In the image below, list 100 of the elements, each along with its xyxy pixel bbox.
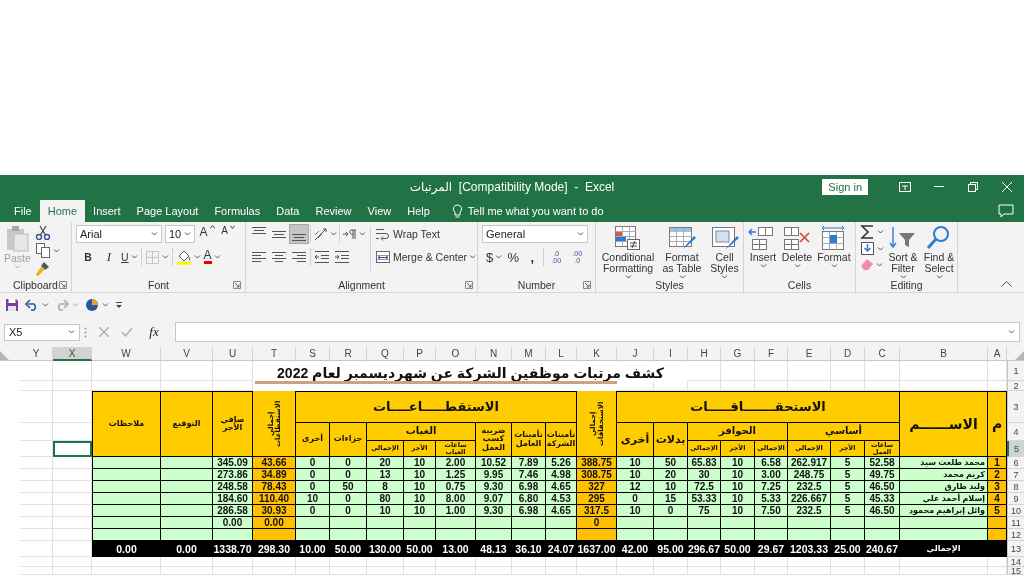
shrink-font-button[interactable]: A (219, 225, 237, 243)
grow-font-button[interactable]: A (198, 225, 216, 243)
delete-button[interactable]: Delete (781, 225, 813, 278)
font-name-dropdown[interactable]: Arial (76, 225, 162, 243)
comma-button[interactable]: , (524, 249, 541, 265)
sheet-cell[interactable] (20, 541, 53, 557)
caret-icon[interactable] (624, 275, 632, 279)
caret-icon[interactable] (793, 264, 801, 268)
sheet-cell[interactable] (53, 381, 92, 391)
caret-icon[interactable] (876, 262, 883, 267)
row-header[interactable]: 6 (1007, 457, 1024, 469)
column-header[interactable]: P (404, 347, 436, 361)
sheet-cell[interactable] (476, 557, 512, 567)
ribbon-tab[interactable]: Help (399, 200, 438, 222)
column-header[interactable]: V (161, 347, 213, 361)
dialog-launcher-icon[interactable] (465, 281, 473, 289)
sheet-cell[interactable] (53, 517, 92, 529)
text-direction-button[interactable] (342, 227, 366, 241)
sheet-cell[interactable] (988, 361, 1007, 381)
caret-icon[interactable] (359, 232, 366, 236)
caret-icon[interactable] (213, 255, 221, 259)
caret-icon[interactable] (899, 275, 907, 279)
sheet-cell[interactable] (20, 441, 53, 457)
sheet-cell[interactable] (476, 567, 512, 575)
row-header[interactable]: 8 (1007, 481, 1024, 493)
font-color-button[interactable]: A (203, 250, 221, 264)
sheet-cell[interactable] (900, 567, 988, 575)
sort-filter-button[interactable]: Sort & Filter (887, 225, 919, 278)
sheet-cell[interactable] (53, 529, 92, 541)
decrease-indent-button[interactable] (313, 248, 331, 266)
ribbon-tab[interactable]: Home (39, 200, 86, 222)
sheet-cell[interactable] (296, 557, 330, 567)
sheet-cell[interactable] (20, 457, 53, 469)
caret-icon[interactable] (72, 303, 79, 307)
sheet-cell[interactable] (367, 567, 404, 575)
sheet-cell[interactable] (53, 541, 92, 557)
row-header[interactable]: 10 (1007, 505, 1024, 517)
sheet-cell[interactable] (900, 381, 988, 391)
copy-button[interactable] (34, 242, 60, 259)
sheet-cell[interactable] (53, 457, 92, 469)
sheet-cell[interactable] (721, 557, 755, 567)
row-header[interactable]: 7 (1007, 469, 1024, 481)
insert-button[interactable]: Insert (748, 225, 778, 278)
sheet-cell[interactable] (831, 361, 865, 381)
sheet-cell[interactable] (577, 557, 617, 567)
sheet-cell[interactable] (721, 361, 755, 381)
percent-button[interactable]: % (505, 249, 522, 265)
column-header[interactable]: T (253, 347, 296, 361)
sheet-cell[interactable] (865, 567, 900, 575)
sheet-cell[interactable] (92, 381, 161, 391)
enter-button[interactable] (121, 327, 133, 337)
caret-icon[interactable] (469, 255, 477, 259)
sheet-cell[interactable] (20, 423, 53, 441)
caret-icon[interactable] (935, 275, 943, 279)
column-header[interactable]: M (512, 347, 546, 361)
column-header[interactable]: U (213, 347, 253, 361)
sheet-cell[interactable] (20, 381, 53, 391)
caret-icon[interactable] (721, 275, 728, 279)
sheet-cell[interactable] (53, 557, 92, 567)
sheet-cell[interactable] (512, 557, 546, 567)
sheet-cell[interactable] (53, 505, 92, 517)
column-header[interactable]: J (617, 347, 654, 361)
dialog-launcher-icon[interactable] (233, 281, 241, 289)
caret-icon[interactable] (495, 255, 503, 259)
currency-button[interactable]: $ (486, 249, 503, 265)
sheet-cell[interactable] (404, 557, 436, 567)
caret-icon[interactable] (877, 246, 884, 251)
font-size-dropdown[interactable]: 10 (165, 225, 195, 243)
sign-in-button[interactable]: Sign in (822, 178, 868, 195)
column-header[interactable]: Q (367, 347, 404, 361)
sheet-cell[interactable] (161, 381, 213, 391)
sheet-cell[interactable] (404, 567, 436, 575)
sheet-cell[interactable] (53, 567, 92, 575)
tell-me-field[interactable]: Tell me what you want to do (467, 205, 604, 217)
ribbon-tab[interactable]: Formulas (206, 200, 269, 222)
sheet-cell[interactable] (436, 567, 476, 575)
sheet-cell[interactable] (788, 381, 831, 391)
caret-icon[interactable] (577, 232, 584, 236)
sheet-cell[interactable] (755, 557, 788, 567)
sheet-cell[interactable] (296, 567, 330, 575)
caret-icon[interactable] (52, 248, 60, 253)
sheet-cell[interactable] (20, 481, 53, 493)
sheet-cell[interactable] (20, 493, 53, 505)
sheet-cell[interactable] (213, 567, 253, 575)
sheet-cell[interactable] (161, 567, 213, 575)
column-header[interactable]: L (546, 347, 577, 361)
sheet-cell[interactable] (330, 567, 367, 575)
sheet-cell[interactable] (161, 557, 213, 567)
collapse-ribbon-button[interactable] (1001, 281, 1012, 287)
sheet-cell[interactable] (617, 557, 654, 567)
sheet-cell[interactable] (865, 381, 900, 391)
column-header[interactable]: I (654, 347, 688, 361)
sheet-cell[interactable] (546, 567, 577, 575)
autosum-button[interactable] (860, 225, 884, 239)
cancel-button[interactable] (99, 327, 109, 337)
sheet-cell[interactable] (577, 567, 617, 575)
sheet-cell[interactable] (20, 361, 53, 381)
column-header[interactable]: W (92, 347, 161, 361)
caret-icon[interactable] (102, 303, 109, 307)
format-button[interactable]: Format (816, 225, 852, 278)
